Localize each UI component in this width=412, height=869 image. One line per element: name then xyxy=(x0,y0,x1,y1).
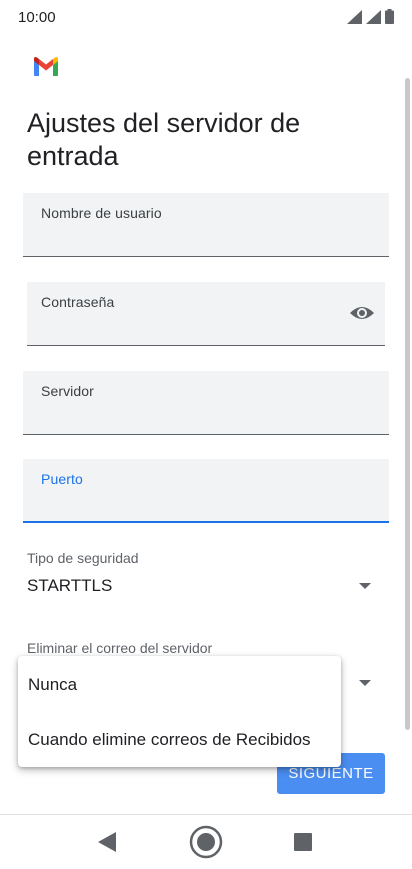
scrollbar[interactable] xyxy=(405,78,410,730)
eye-icon[interactable] xyxy=(349,302,375,324)
gmail-logo xyxy=(34,57,58,76)
battery-icon xyxy=(385,9,394,24)
server-field[interactable]: Servidor xyxy=(23,371,389,435)
security-type-value: STARTTLS xyxy=(27,576,113,595)
port-field[interactable]: Puerto xyxy=(23,459,389,523)
recents-icon[interactable] xyxy=(294,833,312,851)
password-label: Contraseña xyxy=(41,294,115,310)
delete-options-menu: Nunca Cuando elimine correos de Recibido… xyxy=(18,656,341,767)
home-icon[interactable] xyxy=(189,825,223,859)
menu-item-never[interactable]: Nunca xyxy=(18,659,341,711)
server-label: Servidor xyxy=(41,383,94,399)
username-label: Nombre de usuario xyxy=(41,205,162,221)
back-icon[interactable] xyxy=(98,832,116,852)
password-field[interactable]: Contraseña xyxy=(27,282,385,346)
username-field[interactable]: Nombre de usuario xyxy=(23,193,389,257)
status-bar: 10:00 xyxy=(0,0,412,34)
port-label: Puerto xyxy=(41,471,83,487)
signal-icon xyxy=(347,10,362,24)
navigation-bar xyxy=(0,814,412,869)
security-type-select[interactable]: Tipo de seguridad STARTTLS xyxy=(27,550,377,610)
chevron-down-icon[interactable] xyxy=(359,583,371,589)
chevron-down-icon[interactable] xyxy=(359,680,371,686)
page-title: Ajustes del servidor de entrada xyxy=(27,108,301,171)
menu-item-when-deleted-from-inbox[interactable]: Cuando elimine correos de Recibidos xyxy=(18,714,341,766)
status-time: 10:00 xyxy=(18,9,56,26)
status-icons xyxy=(347,9,394,24)
signal-icon xyxy=(366,10,381,24)
delete-from-server-label: Eliminar el correo del servidor xyxy=(27,640,213,656)
security-type-label: Tipo de seguridad xyxy=(27,550,139,566)
